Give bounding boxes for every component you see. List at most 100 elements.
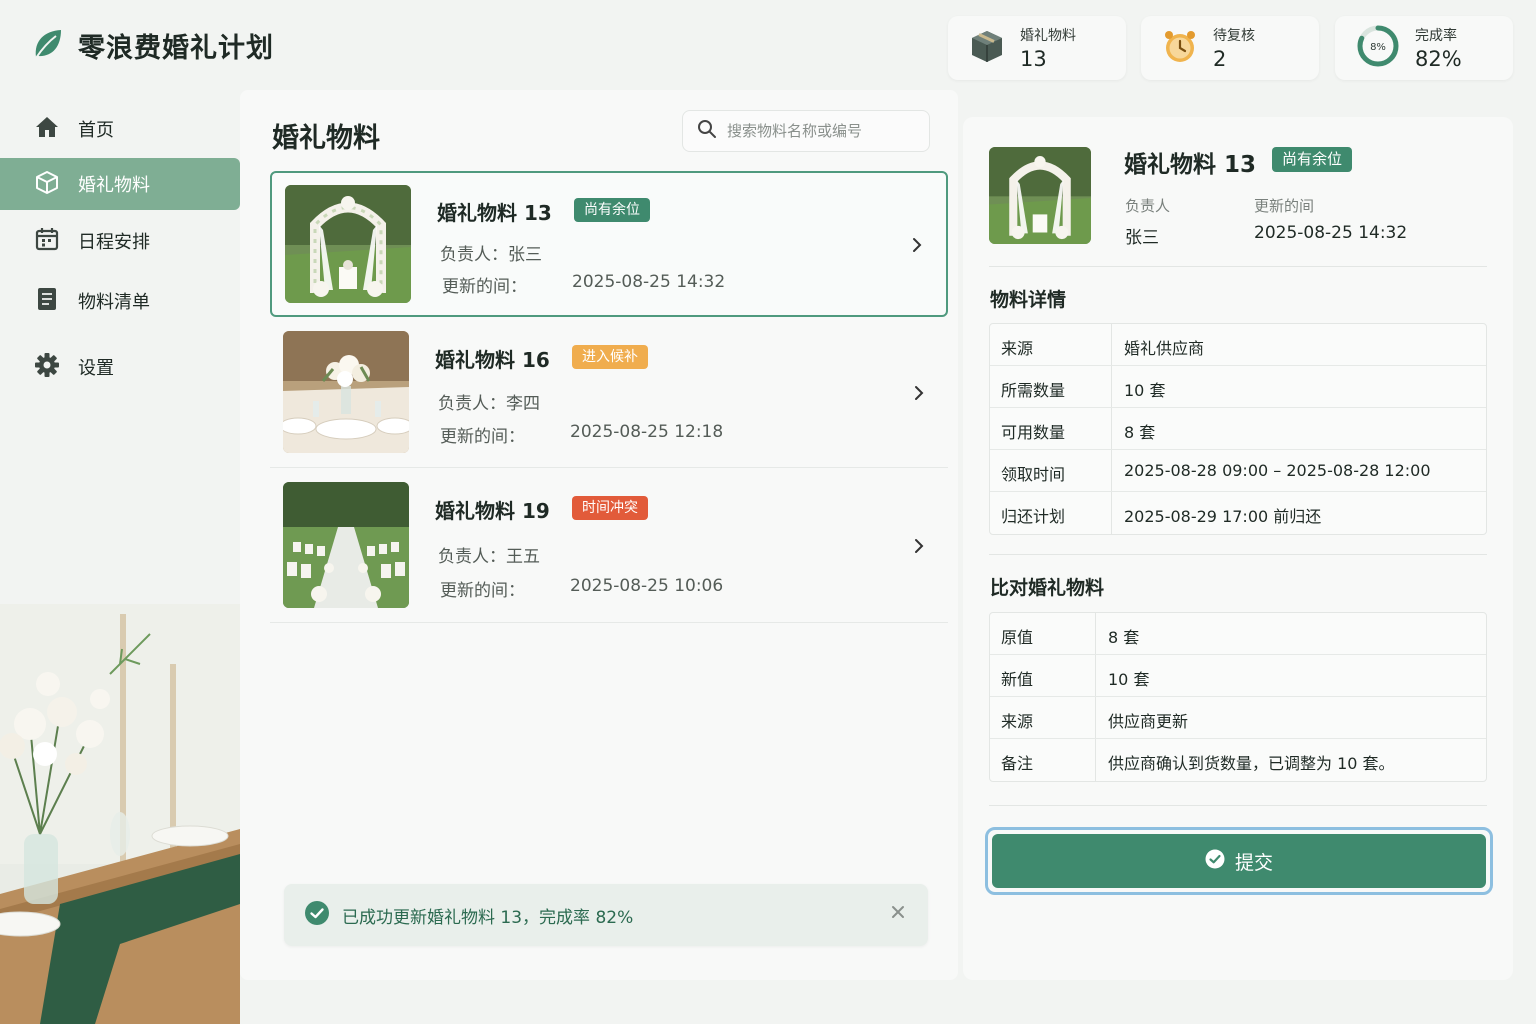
toast-message: 已成功更新婚礼物料 13，完成率 82% — [342, 907, 634, 928]
submit-button[interactable]: 提交 — [992, 834, 1486, 888]
search-box[interactable] — [682, 110, 930, 152]
stat-card-completion: 8% 完成率 82% — [1335, 16, 1513, 80]
chevron-right-icon[interactable] — [912, 537, 926, 559]
item-owner: 负责人：王五 — [438, 547, 540, 567]
row-value: 8 套 — [1108, 628, 1140, 647]
detail-panel: 婚礼物料 13 尚有余位 负责人 张三 更新的间 2025-08-25 14:3… — [963, 117, 1513, 980]
page-title: 婚礼物料 — [272, 123, 380, 154]
status-badge: 时间冲突 — [572, 496, 648, 520]
item-updated-label: 更新的间： — [442, 277, 527, 297]
wedding-arch-photo — [285, 185, 411, 303]
row-key: 原值 — [1001, 628, 1034, 647]
row-value: 2025-08-28 09:00 – 2025-08-28 12:00 — [1124, 461, 1431, 480]
details-section-title: 物料详情 — [990, 289, 1067, 311]
close-icon[interactable] — [890, 904, 906, 924]
gear-icon — [34, 352, 60, 383]
status-badge: 尚有余位 — [1272, 147, 1353, 172]
row-key: 来源 — [1001, 712, 1034, 731]
success-toast: 已成功更新婚礼物料 13，完成率 82% — [284, 884, 928, 946]
list-item[interactable]: 婚礼物料 19 时间冲突 负责人：王五 更新的间： 2025-08-25 10:… — [270, 473, 948, 623]
table-row: 原值 8 套 — [990, 613, 1486, 655]
updated-label: 更新的间 — [1254, 197, 1315, 215]
row-key: 可用数量 — [1001, 423, 1066, 442]
sidebar-item-label: 日程安排 — [78, 232, 150, 253]
wedding-arch-photo — [989, 147, 1091, 244]
item-owner: 负责人：李四 — [438, 394, 540, 414]
row-key: 领取时间 — [1001, 465, 1066, 484]
stat-card-pending: 待复核 2 — [1141, 16, 1319, 80]
details-table: 来源 婚礼供应商 所需数量 10 套 可用数量 8 套 领取时间 2025-08… — [989, 323, 1487, 535]
sidebar: 首页 婚礼物料 日程安排 物料清单 设置 — [0, 90, 240, 1024]
table-row: 来源 供应商更新 — [990, 697, 1486, 739]
row-value: 10 套 — [1124, 381, 1166, 400]
table-row: 领取时间 2025-08-28 09:00 – 2025-08-28 12:00 — [990, 450, 1486, 492]
status-badge: 进入候补 — [572, 345, 648, 369]
calendar-icon — [34, 226, 60, 257]
stat-value: 82% — [1415, 47, 1462, 71]
checklist-icon — [34, 286, 60, 317]
stat-card-materials: 婚礼物料 13 — [948, 16, 1126, 80]
home-icon — [34, 115, 60, 144]
item-owner: 负责人：张三 — [440, 245, 542, 265]
row-value: 8 套 — [1124, 423, 1156, 442]
stat-value: 2 — [1213, 47, 1227, 71]
compare-table: 原值 8 套 新值 10 套 来源 供应商更新 备注 供应商确认到货数量，已调整… — [989, 612, 1487, 782]
table-row: 所需数量 10 套 — [990, 366, 1486, 408]
chevron-right-icon[interactable] — [910, 236, 924, 258]
sidebar-item-settings[interactable]: 设置 — [0, 341, 240, 393]
submit-label: 提交 — [1234, 851, 1273, 874]
search-input[interactable] — [727, 122, 917, 140]
table-flowers-decoration — [0, 604, 240, 1024]
table-row: 新值 10 套 — [990, 655, 1486, 697]
brand: 零浪费婚礼计划 — [32, 26, 274, 65]
item-title: 婚礼物料 16 — [435, 348, 550, 372]
sidebar-item-home[interactable]: 首页 — [0, 103, 240, 155]
row-key: 所需数量 — [1001, 381, 1066, 400]
alarm-clock-icon — [1161, 27, 1199, 69]
item-updated: 2025-08-25 12:18 — [570, 422, 724, 442]
box-icon — [968, 27, 1006, 69]
search-icon — [697, 119, 717, 143]
row-key: 备注 — [1001, 754, 1034, 773]
chevron-right-icon[interactable] — [912, 384, 926, 406]
list-item[interactable]: 婚礼物料 16 进入候补 负责人：李四 更新的间： 2025-08-25 12:… — [270, 322, 948, 468]
sidebar-item-checklist[interactable]: 物料清单 — [0, 275, 240, 327]
cube-icon — [34, 169, 60, 200]
table-row: 备注 供应商确认到货数量，已调整为 10 套。 — [990, 739, 1486, 781]
check-circle-icon — [304, 900, 330, 930]
sidebar-item-materials[interactable]: 婚礼物料 — [0, 158, 240, 210]
app-header: 零浪费婚礼计划 婚礼物料 13 待复核 2 8% 完成率 82% — [0, 0, 1536, 90]
sidebar-item-label: 设置 — [78, 358, 114, 379]
table-setting-photo — [283, 331, 409, 453]
submit-focus-ring: 提交 — [985, 827, 1493, 895]
updated-value: 2025-08-25 14:32 — [1254, 223, 1408, 243]
table-row: 可用数量 8 套 — [990, 408, 1486, 450]
aisle-chairs-photo — [283, 482, 409, 608]
stat-label: 完成率 — [1415, 28, 1457, 44]
item-title: 婚礼物料 19 — [435, 499, 550, 523]
ring-label: 8% — [1370, 42, 1386, 53]
sidebar-item-label: 物料清单 — [78, 292, 150, 313]
row-value: 10 套 — [1108, 670, 1150, 689]
app-title: 零浪费婚礼计划 — [78, 33, 274, 64]
check-circle-icon — [1205, 849, 1225, 874]
sidebar-item-label: 首页 — [78, 120, 114, 141]
divider — [989, 554, 1487, 555]
divider — [989, 805, 1487, 806]
list-item[interactable]: 婚礼物料 13 尚有余位 负责人：张三 更新的间： 2025-08-25 14:… — [270, 171, 948, 317]
row-value: 供应商更新 — [1108, 712, 1189, 731]
owner-value: 张三 — [1125, 228, 1159, 248]
item-title: 婚礼物料 13 — [437, 201, 552, 225]
item-updated: 2025-08-25 10:06 — [570, 576, 724, 596]
sidebar-item-label: 婚礼物料 — [78, 175, 150, 196]
owner-label: 负责人 — [1125, 197, 1171, 215]
materials-panel: 婚礼物料 婚礼物料 13 尚有余位 负责人 — [240, 90, 958, 980]
item-updated: 2025-08-25 14:32 — [572, 272, 726, 292]
sidebar-item-schedule[interactable]: 日程安排 — [0, 215, 240, 267]
row-value: 2025-08-29 17:00 前归还 — [1124, 507, 1322, 526]
progress-ring-icon: 8% — [1355, 23, 1401, 73]
row-key: 新值 — [1001, 670, 1034, 689]
divider — [989, 266, 1487, 267]
stat-label: 婚礼物料 — [1020, 28, 1076, 44]
table-row: 归还计划 2025-08-29 17:00 前归还 — [990, 492, 1486, 534]
